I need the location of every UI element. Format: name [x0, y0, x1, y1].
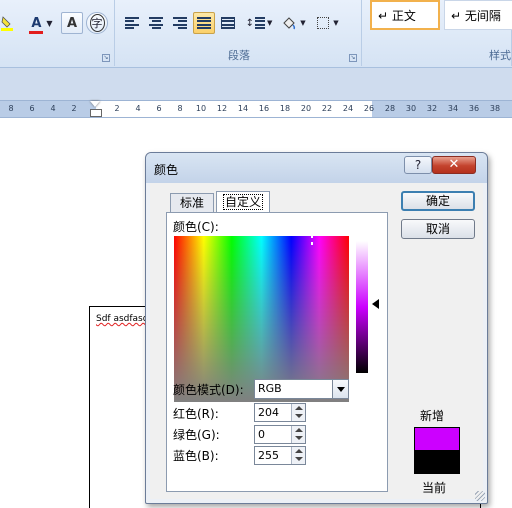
chevron-down-icon[interactable] [332, 380, 348, 398]
ruler-margin-left [0, 101, 96, 117]
justify-icon[interactable] [193, 12, 215, 34]
color-mode-select[interactable]: RGB [254, 379, 349, 399]
align-left-icon[interactable] [121, 12, 143, 34]
ruler-band [0, 68, 512, 100]
indent-marker-icon[interactable] [90, 101, 102, 117]
ruler-tick: 4 [50, 104, 56, 113]
distributed-icon[interactable] [217, 12, 239, 34]
ruler-tick: 32 [426, 104, 438, 113]
ruler-tick: 20 [300, 104, 312, 113]
dialog-title: 颜色 [154, 163, 179, 177]
ruler-tick: 8 [177, 104, 183, 113]
document-text[interactable]: Sdf asdfasd [96, 314, 148, 324]
styles-group-label: 样式 [489, 49, 511, 62]
color-mode-label: 颜色模式(D): [173, 383, 244, 397]
help-button[interactable]: ? [404, 156, 432, 174]
font-color-button[interactable]: A ▼ [26, 12, 56, 34]
color-spectrum[interactable] [174, 236, 349, 402]
font-dialog-launcher[interactable]: ↘ [102, 54, 110, 62]
green-value: 0 [258, 428, 265, 441]
tab-standard[interactable]: 标准 [170, 193, 214, 213]
green-label: 绿色(G): [173, 428, 220, 442]
dialog-titlebar[interactable]: 颜色 ? ✕ [146, 153, 487, 183]
font-group: A ▼ A 字 ↘ [0, 0, 115, 66]
border-icon[interactable]: ▼ [313, 12, 343, 34]
ruler-tick: 2 [114, 104, 120, 113]
ruler-tick: 12 [216, 104, 228, 113]
ruler-tick: 6 [29, 104, 35, 113]
line-spacing-icon[interactable]: ↕ ▼ [243, 12, 275, 34]
color-mode-value: RGB [258, 382, 282, 395]
new-color-swatch [414, 427, 460, 451]
chevron-down-icon: ▼ [267, 19, 273, 27]
chevron-down-icon: ▼ [300, 19, 306, 27]
new-color-label: 新增 [420, 409, 445, 423]
ruler-tick: 24 [342, 104, 354, 113]
tab-custom-label: 自定义 [222, 194, 263, 210]
table-border [89, 306, 149, 307]
colors-label: 颜色(C): [173, 220, 219, 234]
current-color-swatch [414, 450, 460, 474]
spin-buttons-icon[interactable] [291, 426, 305, 443]
resize-grip-icon[interactable] [475, 491, 485, 501]
ruler-tick: 28 [384, 104, 396, 113]
red-label: 红色(R): [173, 407, 219, 421]
close-button[interactable]: ✕ [432, 156, 476, 174]
luminance-arrow-icon[interactable] [372, 299, 379, 309]
spin-buttons-icon[interactable] [291, 404, 305, 421]
blue-stepper[interactable]: 255 [254, 446, 306, 465]
style-normal[interactable]: ↵ 正文 [370, 0, 440, 30]
style-normal-label: ↵ 正文 [378, 8, 416, 23]
ribbon: A ▼ A 字 ↘ ↕ ▼ ▼ ▼ 段落 ↘ ↵ 正文 ↵ 无间隔 样式 [0, 0, 512, 68]
font-color-icon: A [29, 16, 44, 34]
table-border [89, 306, 90, 508]
ruler-tick: 30 [405, 104, 417, 113]
red-value: 204 [258, 406, 279, 419]
ruler-tick: 2 [71, 104, 77, 113]
chevron-down-icon: ▼ [46, 18, 53, 28]
color-dialog: 颜色 ? ✕ 标准 自定义 颜色(C): 颜色模式(D): RGB 红色(R):… [145, 152, 488, 504]
char-shading-icon[interactable]: A [61, 12, 83, 34]
paragraph-group-label: 段落 [228, 49, 250, 62]
enclose-char-glyph: 字 [89, 14, 105, 32]
ruler-tick: 22 [321, 104, 333, 113]
crosshair-icon [307, 235, 317, 245]
ruler-tick: 6 [156, 104, 162, 113]
ruler-tick: 8 [8, 104, 14, 113]
ruler-tick: 10 [195, 104, 207, 113]
shading-icon[interactable]: ▼ [277, 12, 311, 34]
chevron-down-icon: ▼ [333, 19, 339, 27]
paragraph-dialog-launcher[interactable]: ↘ [349, 54, 357, 62]
current-color-label: 当前 [422, 481, 447, 495]
paragraph-group: ↕ ▼ ▼ ▼ 段落 ↘ [117, 0, 362, 66]
blue-value: 255 [258, 449, 279, 462]
style-no-spacing[interactable]: ↵ 无间隔 [444, 0, 512, 30]
enclose-char-icon[interactable]: 字 [86, 12, 108, 34]
ok-button[interactable]: 确定 [401, 191, 475, 211]
styles-group: ↵ 正文 ↵ 无间隔 样式 [364, 0, 512, 66]
align-right-icon[interactable] [169, 12, 191, 34]
style-no-spacing-label: ↵ 无间隔 [451, 8, 501, 23]
red-stepper[interactable]: 204 [254, 403, 306, 422]
luminance-slider[interactable] [356, 241, 368, 373]
align-center-icon[interactable] [145, 12, 167, 34]
dialog-body: 标准 自定义 颜色(C): 颜色模式(D): RGB 红色(R): 204 绿色… [150, 183, 483, 499]
cancel-button[interactable]: 取消 [401, 219, 475, 239]
ruler-tick: 4 [135, 104, 141, 113]
ruler-tick: 38 [489, 104, 501, 113]
ruler-tick: 26 [363, 104, 375, 113]
ruler-tick: 36 [468, 104, 480, 113]
ruler-tick: 34 [447, 104, 459, 113]
ruler-tick: 16 [258, 104, 270, 113]
highlight-icon[interactable] [0, 12, 14, 34]
green-stepper[interactable]: 0 [254, 425, 306, 444]
horizontal-ruler[interactable]: 8 6 4 2 2 4 6 8 10 12 14 16 18 20 22 24 … [0, 100, 512, 118]
ruler-tick: 14 [237, 104, 249, 113]
blue-label: 蓝色(B): [173, 449, 219, 463]
char-shading-glyph: A [66, 15, 78, 31]
tab-custom[interactable]: 自定义 [216, 191, 270, 213]
spin-buttons-icon[interactable] [291, 447, 305, 464]
ruler-tick: 18 [279, 104, 291, 113]
